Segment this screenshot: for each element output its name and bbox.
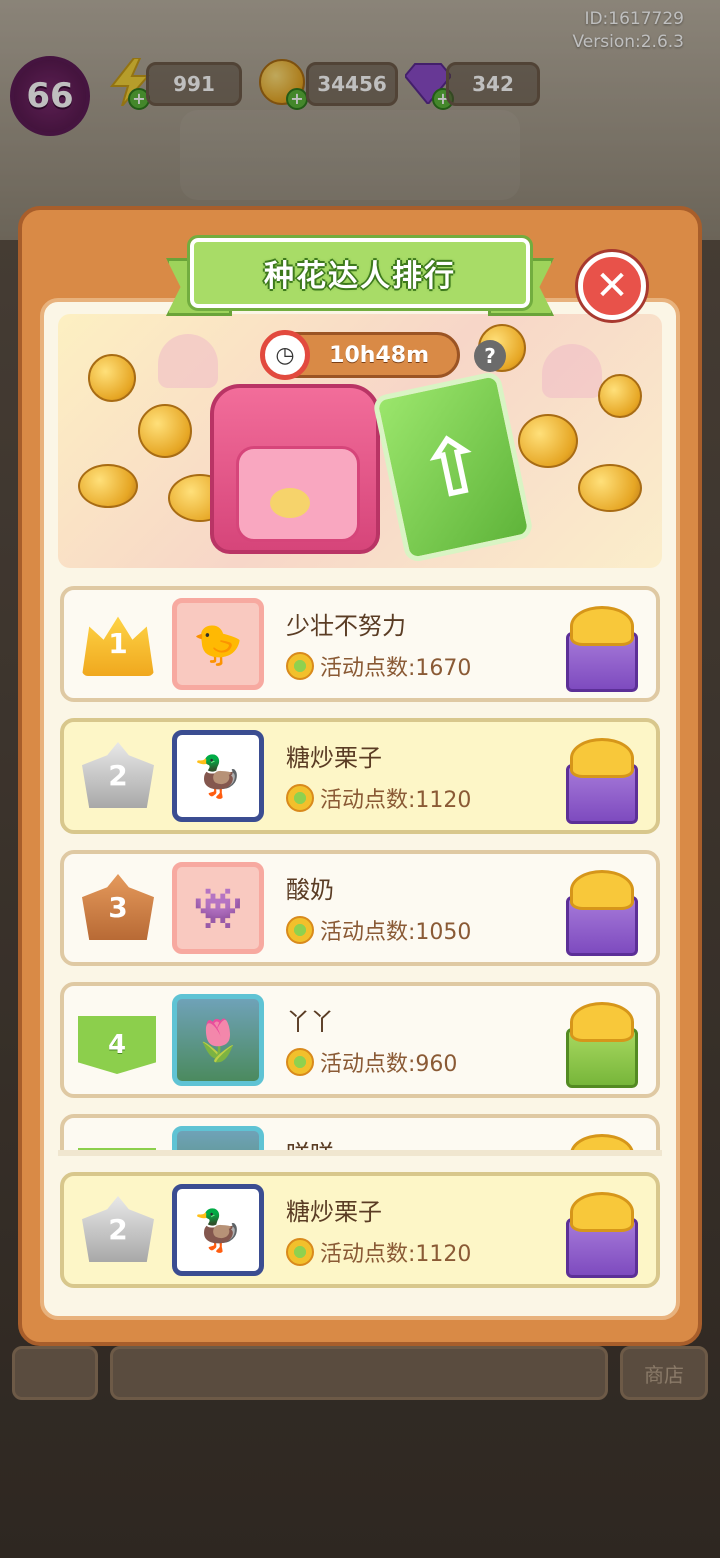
rank-flag-icon: 4: [78, 1016, 156, 1074]
player-score: 活动点数:960: [286, 1046, 457, 1078]
coin: [518, 414, 578, 468]
upgrade-card-icon: ⇧: [371, 370, 535, 564]
coin: [88, 354, 136, 402]
coin: [598, 374, 642, 418]
player-name: 少壮不努力: [286, 612, 406, 640]
player-name: 酸奶: [286, 876, 334, 904]
score-text: 活动点数:1050: [320, 920, 472, 945]
bronze-crown-icon: 3: [82, 874, 154, 940]
ranking-row[interactable]: 5 咩咩: [60, 1114, 660, 1150]
gift-icon[interactable]: [562, 1188, 638, 1278]
timer-text: 10h48m: [329, 342, 429, 368]
title-ribbon: 种花达人排行: [166, 235, 554, 316]
rank-number: 3: [108, 890, 128, 924]
score-text: 活动点数:1670: [320, 656, 472, 681]
ranking-row[interactable]: 2 🦆 糖炒栗子 活动点数:1120: [60, 718, 660, 834]
score-text: 活动点数:960: [320, 1052, 458, 1077]
silver-crown-icon: 2: [82, 742, 154, 808]
flower-icon: [286, 1238, 314, 1266]
dialog-title: 种花达人排行: [264, 259, 456, 294]
ranking-row[interactable]: 1 🐤 少壮不努力 活动点数:1670: [60, 586, 660, 702]
ranking-list-overflow: 5 咩咩: [58, 1112, 662, 1150]
avatar: 🌷: [172, 994, 264, 1086]
rank-number: 4: [107, 1030, 127, 1060]
gift-icon[interactable]: [562, 734, 638, 824]
shop-label: 商店: [644, 1362, 684, 1387]
rank-number: 2: [108, 758, 128, 792]
bottom-center-panel: [110, 1346, 608, 1400]
ranking-row[interactable]: 3 👾 酸奶 活动点数:1050: [60, 850, 660, 966]
player-score: 活动点数:1050: [286, 914, 471, 946]
score-text: 活动点数:1120: [320, 788, 472, 813]
player-name: 丫丫: [286, 1008, 334, 1036]
heart-balloon: [542, 344, 602, 398]
heart-balloon: [158, 334, 218, 388]
player-name: 糖炒栗子: [286, 744, 382, 772]
gift-icon[interactable]: [562, 998, 638, 1088]
player-score: 活动点数:1670: [286, 650, 471, 682]
player-score: 活动点数:1120: [286, 1236, 471, 1268]
player-score: 活动点数:1120: [286, 782, 471, 814]
rank-number: 1: [108, 626, 128, 660]
gift-icon[interactable]: [562, 866, 638, 956]
flower-icon: [286, 784, 314, 812]
player-name: 糖炒栗子: [286, 1198, 382, 1226]
my-ranking-row[interactable]: 2 🦆 糖炒栗子 活动点数:1120: [60, 1172, 660, 1288]
score-text: 活动点数:1120: [320, 1242, 472, 1267]
close-button[interactable]: ✕: [578, 252, 646, 320]
avatar: 🐤: [172, 598, 264, 690]
coin: [78, 464, 138, 508]
flower-icon: [286, 916, 314, 944]
rank-number: 2: [108, 1212, 128, 1246]
coin: [138, 404, 192, 458]
clock-icon: ◷: [260, 330, 310, 380]
gold-crown-icon: 1: [82, 616, 154, 676]
list-divider: [58, 1150, 662, 1156]
player-name: 咩咩: [286, 1134, 334, 1150]
avatar: [172, 1126, 264, 1150]
bottom-bar: 商店: [12, 1346, 708, 1402]
ranking-row[interactable]: 4 🌷 丫丫 活动点数:960: [60, 982, 660, 1098]
gift-icon[interactable]: [562, 1130, 636, 1150]
close-icon: ✕: [595, 263, 629, 309]
silver-crown-icon: 2: [82, 1196, 154, 1262]
flower-icon: [286, 652, 314, 680]
avatar: 🦆: [172, 730, 264, 822]
backpack-icon: [210, 384, 380, 554]
avatar: 🦆: [172, 1184, 264, 1276]
help-button[interactable]: ?: [474, 340, 506, 372]
avatar: 👾: [172, 862, 264, 954]
flower-icon: [286, 1048, 314, 1076]
shop-button[interactable]: 商店: [620, 1346, 708, 1400]
coin: [578, 464, 642, 512]
gift-icon[interactable]: [562, 602, 638, 692]
bottom-left-button[interactable]: [12, 1346, 98, 1400]
